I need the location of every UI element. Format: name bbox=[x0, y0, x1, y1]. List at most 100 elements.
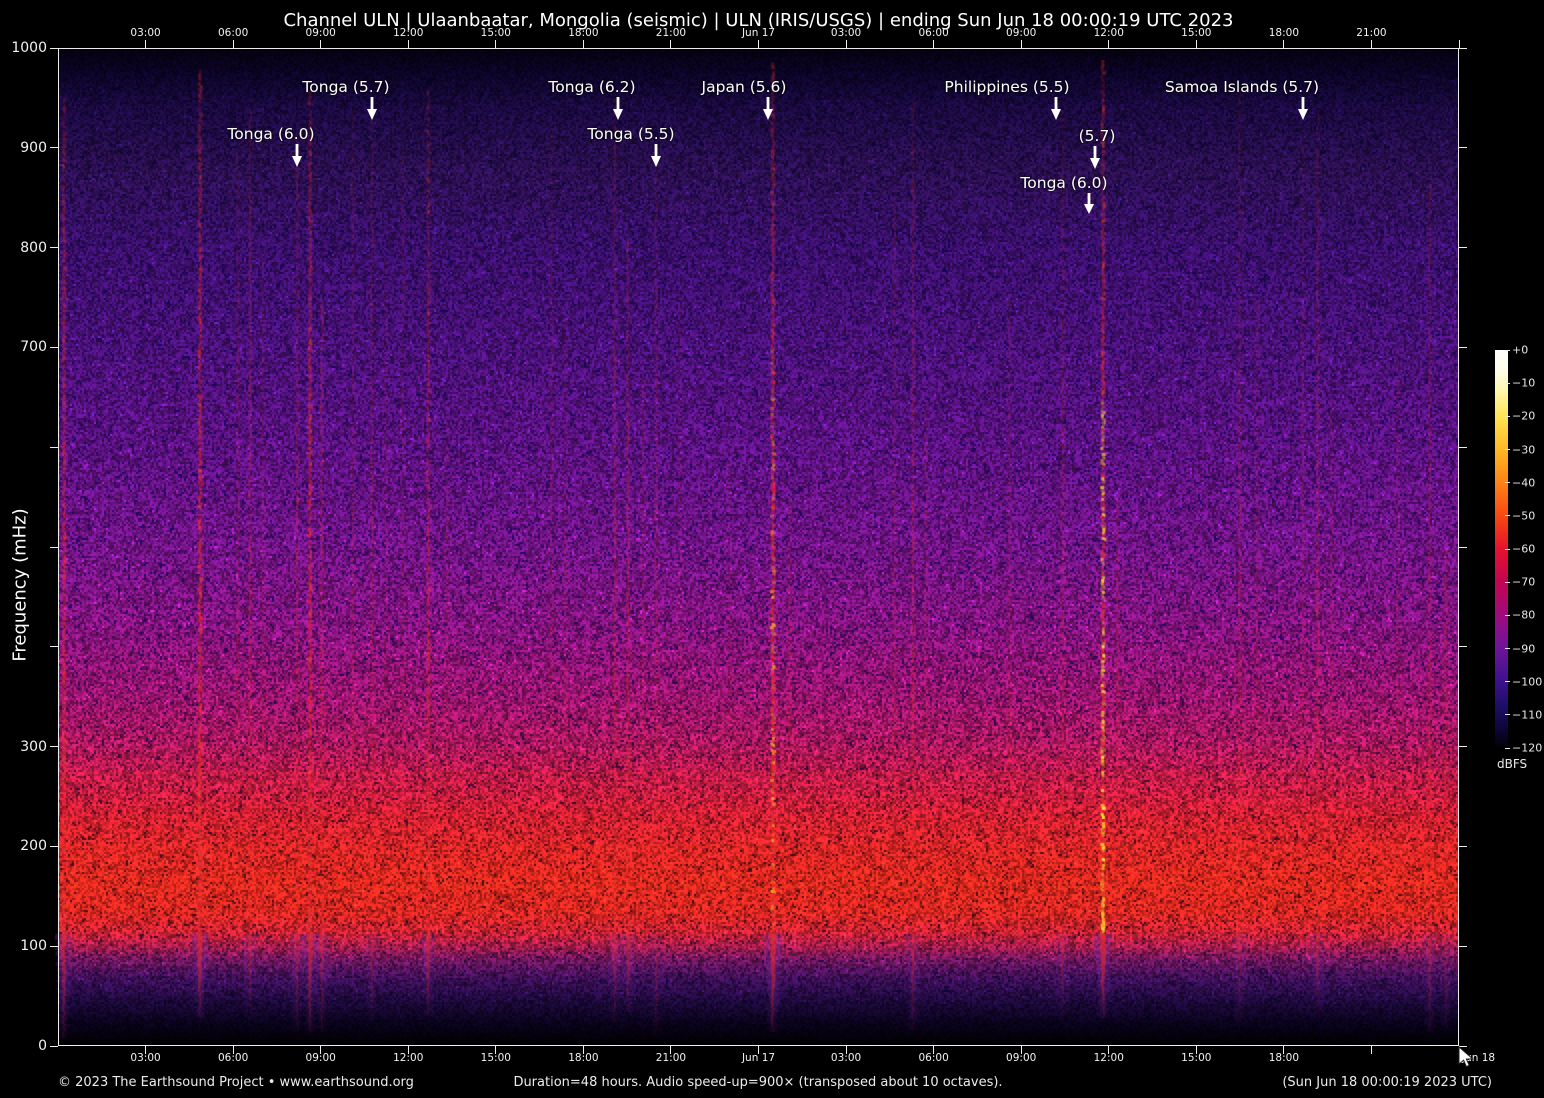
x-tick-top bbox=[1195, 40, 1197, 48]
annotation-label: Tonga (6.2) bbox=[548, 78, 636, 96]
y-tick-right bbox=[1459, 47, 1467, 49]
annotation-arrow-icon bbox=[1084, 193, 1094, 214]
x-tick-label-bottom: 18:00 bbox=[1268, 1052, 1300, 1064]
colorbar-tick-label: −30 bbox=[1512, 443, 1536, 456]
x-tick-label-bottom: 06:00 bbox=[217, 1052, 249, 1064]
x-tick-label-bottom: 03:00 bbox=[830, 1052, 862, 1064]
y-tick-label: 700 bbox=[20, 339, 47, 356]
x-tick-label-bottom: 09:00 bbox=[305, 1052, 336, 1064]
colorbar-tick-label: +0 bbox=[1512, 343, 1529, 357]
x-tick-label-bottom: 15:00 bbox=[1181, 1052, 1212, 1064]
x-tick-top bbox=[758, 40, 759, 48]
colorbar-tick-label: −70 bbox=[1512, 575, 1536, 589]
annotation-label: Samoa Islands (5.7) bbox=[1164, 78, 1320, 96]
x-tick-label-top: Jun 17 bbox=[741, 27, 776, 39]
colorbar-tick-label: −80 bbox=[1512, 608, 1536, 622]
x-tick-label-bottom: Jun 17 bbox=[741, 1052, 776, 1064]
colorbar-tick-label: −100 bbox=[1512, 675, 1543, 689]
y-tick-label: 100 bbox=[20, 938, 47, 955]
annotation-arrow-icon bbox=[292, 144, 302, 167]
x-tick-label-top: 18:00 bbox=[568, 27, 599, 39]
annotation-label: (5.7) bbox=[1078, 127, 1116, 145]
colorbar-tick bbox=[1505, 382, 1510, 384]
annotation-arrow-icon bbox=[1298, 97, 1308, 120]
annotation-arrow-icon bbox=[1051, 97, 1061, 120]
annotation-arrow-icon bbox=[367, 97, 377, 120]
x-tick-top bbox=[495, 40, 497, 48]
x-tick-label-top: 21:00 bbox=[655, 27, 687, 39]
x-tick-top bbox=[670, 40, 672, 48]
x-tick-top bbox=[1020, 40, 1022, 48]
x-tick-top bbox=[320, 40, 322, 48]
colorbar-tick bbox=[1505, 548, 1510, 550]
colorbar-tick bbox=[1505, 614, 1510, 616]
x-tick-bottom bbox=[1370, 1046, 1372, 1054]
x-tick-top bbox=[1370, 40, 1372, 48]
x-tick-label-top: 12:00 bbox=[393, 27, 424, 39]
annotation-arrow-icon bbox=[651, 144, 661, 167]
colorbar-tick bbox=[1505, 681, 1510, 683]
annotation-label: Tonga (6.0) bbox=[1020, 174, 1108, 192]
y-tick-left bbox=[50, 646, 58, 648]
x-tick-label-top: 06:00 bbox=[217, 27, 249, 39]
y-axis-label: Frequency (mHz) bbox=[9, 508, 31, 662]
footer-duration-info: Duration=48 hours. Audio speed-up=900× (… bbox=[513, 1075, 1003, 1090]
y-tick-right bbox=[1459, 247, 1467, 249]
y-tick-left bbox=[50, 746, 58, 748]
y-tick-left bbox=[50, 446, 58, 448]
x-tick-label-top: 09:00 bbox=[1006, 27, 1037, 39]
colorbar-tick bbox=[1505, 648, 1510, 649]
annotation-arrow-icon bbox=[613, 97, 623, 120]
y-tick-right bbox=[1459, 546, 1467, 548]
x-tick-label-top: 09:00 bbox=[305, 27, 336, 39]
x-tick-top bbox=[232, 40, 234, 48]
x-tick-label-bottom: 09:00 bbox=[1006, 1052, 1037, 1064]
y-tick-left bbox=[50, 147, 58, 149]
x-tick-label-top: 03:00 bbox=[130, 27, 161, 39]
x-tick-top bbox=[845, 40, 847, 48]
annotation-label: Tonga (5.7) bbox=[302, 78, 390, 96]
colorbar-tick bbox=[1505, 747, 1510, 749]
x-tick-label-top: 15:00 bbox=[1181, 27, 1212, 39]
colorbar-tick-label: −40 bbox=[1512, 476, 1536, 490]
x-tick-top bbox=[407, 40, 409, 48]
x-tick-label-top: 12:00 bbox=[1093, 27, 1124, 39]
spectrogram-app-window: Channel ULN | Ulaanbaatar, Mongolia (sei… bbox=[0, 0, 1544, 1098]
annotation-label: Philippines (5.5) bbox=[944, 78, 1070, 96]
x-tick-top bbox=[582, 40, 584, 48]
y-tick-right bbox=[1459, 945, 1467, 947]
colorbar-tick bbox=[1505, 714, 1510, 716]
x-tick-label-top: 03:00 bbox=[830, 27, 862, 39]
x-tick-label-top: 15:00 bbox=[480, 27, 511, 39]
y-tick-right bbox=[1459, 446, 1467, 448]
y-tick-label: 300 bbox=[20, 738, 47, 755]
y-tick-left bbox=[50, 945, 58, 947]
y-tick-label: 200 bbox=[20, 838, 47, 855]
y-tick-label: 900 bbox=[20, 139, 47, 156]
x-tick-label-bottom: 03:00 bbox=[130, 1052, 161, 1064]
y-tick-right bbox=[1459, 845, 1467, 847]
colorbar-tick-label: −20 bbox=[1512, 409, 1536, 423]
colorbar-tick-label: −120 bbox=[1512, 741, 1543, 755]
y-tick-label: 1000 bbox=[11, 40, 47, 56]
colorbar-tick bbox=[1505, 349, 1510, 351]
y-tick-right bbox=[1459, 147, 1467, 149]
colorbar-tick-label: −10 bbox=[1512, 376, 1536, 390]
colorbar-tick-label: −60 bbox=[1512, 542, 1536, 556]
colorbar-tick-label: −50 bbox=[1512, 509, 1536, 523]
y-tick-left bbox=[50, 1045, 58, 1047]
y-tick-label: 0 bbox=[38, 1038, 47, 1054]
colorbar-tick bbox=[1505, 581, 1510, 583]
colorbar-tick-label: −90 bbox=[1512, 642, 1536, 655]
annotation-label: Tonga (6.0) bbox=[227, 125, 315, 143]
y-tick-left bbox=[50, 247, 58, 249]
y-tick-label: 800 bbox=[20, 239, 47, 256]
y-tick-right bbox=[1459, 746, 1467, 748]
annotation-arrow-icon bbox=[1090, 146, 1100, 169]
colorbar-tick bbox=[1505, 515, 1510, 517]
y-tick-right bbox=[1459, 646, 1467, 648]
x-tick-label-bottom: 06:00 bbox=[918, 1052, 949, 1064]
y-tick-left bbox=[50, 346, 58, 348]
x-tick-label-top: 21:00 bbox=[1356, 27, 1387, 39]
x-tick-top bbox=[933, 40, 935, 48]
